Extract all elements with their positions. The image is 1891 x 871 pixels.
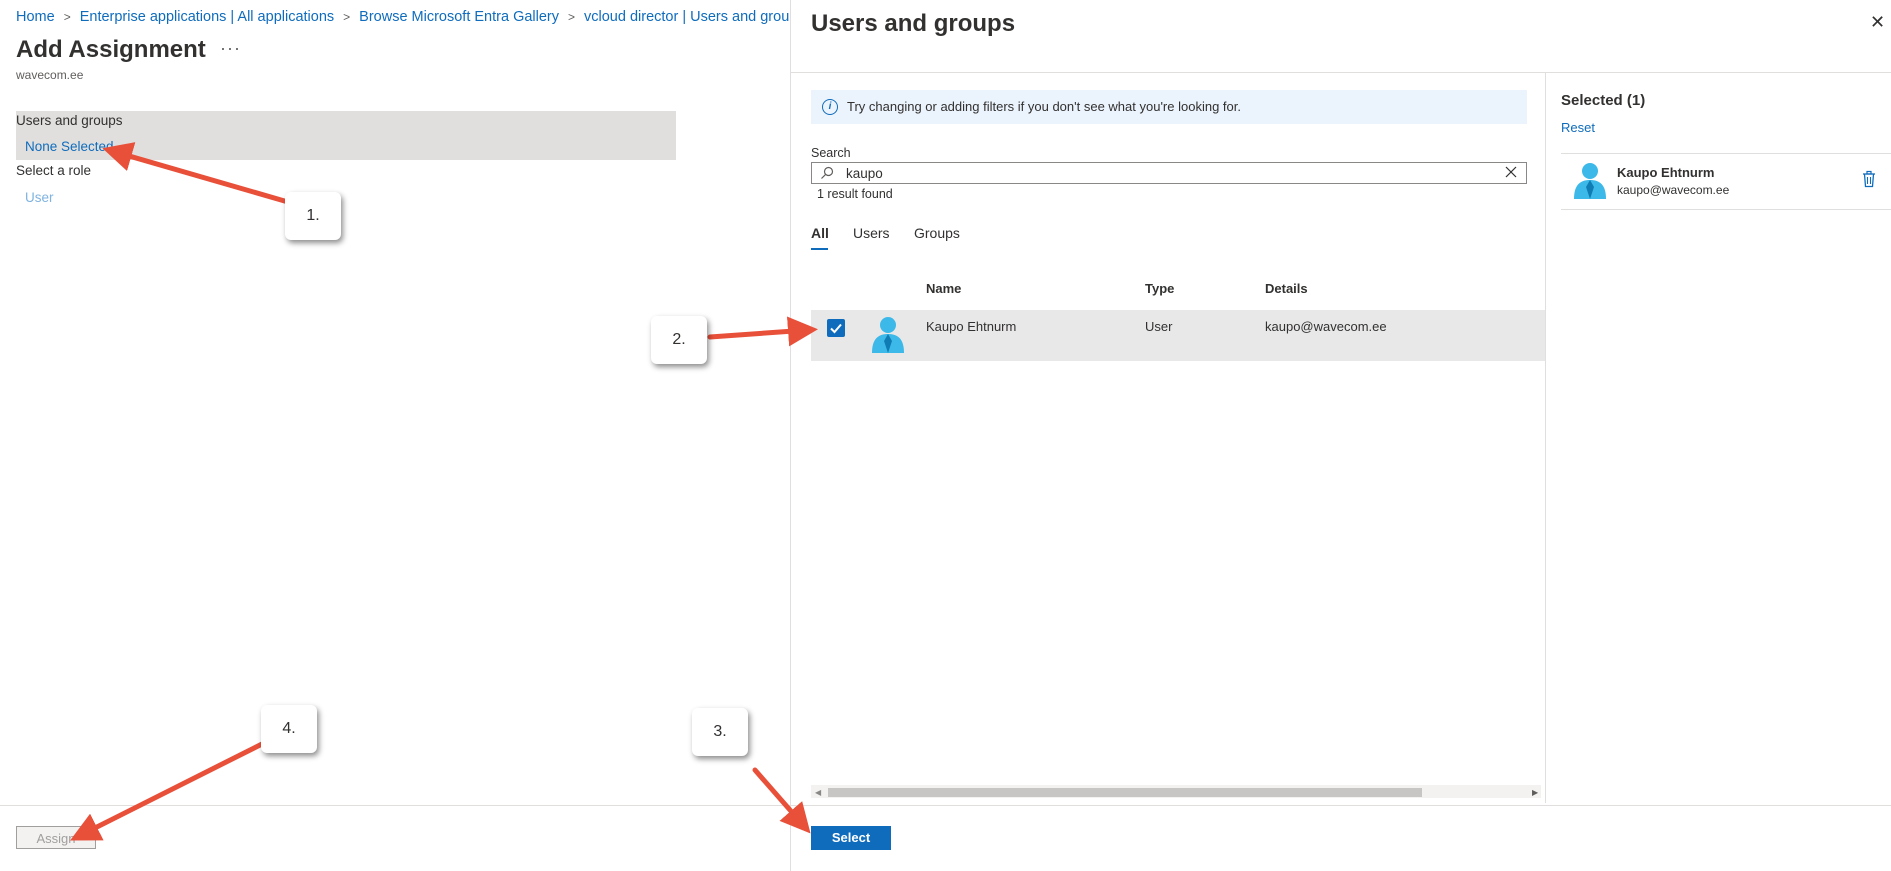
search-icon [821, 166, 834, 179]
row-type: User [1145, 319, 1173, 334]
column-header-type[interactable]: Type [1145, 281, 1174, 296]
users-groups-label: Users and groups [16, 113, 123, 128]
add-assignment-blade: Home > Enterprise applications | All appli… [0, 0, 821, 871]
selected-divider-bottom [1561, 209, 1891, 210]
selected-divider-top [1561, 153, 1891, 154]
column-header-name[interactable]: Name [926, 281, 961, 296]
search-input[interactable] [846, 163, 1486, 183]
breadcrumb: Home > Enterprise applications | All appli… [16, 9, 830, 25]
column-header-details[interactable]: Details [1265, 281, 1308, 296]
scroll-left-icon[interactable]: ◀ [815, 788, 821, 797]
breadcrumb-enterprise-apps[interactable]: Enterprise applications | All applicatio… [80, 9, 334, 25]
panel-title: Users and groups [811, 10, 1016, 37]
row-name: Kaupo Ehtnurm [926, 319, 1017, 334]
reset-link[interactable]: Reset [1561, 120, 1595, 135]
selected-user-email: kaupo@wavecom.ee [1617, 183, 1730, 197]
users-groups-panel [790, 0, 1891, 871]
role-value-link[interactable]: User [25, 190, 54, 205]
selected-user-avatar-icon [1574, 163, 1606, 199]
panel-header-divider [791, 72, 1891, 73]
footer-divider [0, 805, 790, 806]
assign-button[interactable]: Assign [16, 826, 96, 849]
scroll-right-icon[interactable]: ▶ [1532, 788, 1538, 797]
active-tab-indicator [811, 248, 828, 250]
search-label: Search [811, 146, 851, 160]
result-count: 1 result found [817, 187, 893, 201]
scrollbar-thumb[interactable] [828, 788, 1422, 797]
row-details: kaupo@wavecom.ee [1265, 319, 1387, 334]
selected-user-name: Kaupo Ehtnurm [1617, 165, 1715, 180]
callout-3: 3. [692, 708, 748, 756]
callout-1: 1. [285, 192, 341, 240]
info-icon: i [822, 99, 838, 115]
callout-2: 2. [651, 316, 707, 364]
clear-search-icon[interactable] [1504, 165, 1518, 179]
user-avatar-icon [872, 317, 904, 353]
page-title: Add Assignment [16, 36, 206, 63]
breadcrumb-gallery[interactable]: Browse Microsoft Entra Gallery [359, 9, 559, 25]
panel-footer-divider [791, 805, 1891, 806]
chevron-right-icon: > [568, 10, 576, 24]
chevron-right-icon: > [343, 10, 351, 24]
chevron-right-icon: > [63, 10, 71, 24]
tab-groups[interactable]: Groups [914, 225, 960, 241]
row-checkbox-checked[interactable] [827, 319, 845, 337]
tenant-subtitle: wavecom.ee [16, 68, 84, 82]
users-groups-none-selected-link[interactable]: None Selected [25, 139, 114, 154]
close-icon[interactable]: ✕ [1870, 12, 1885, 33]
select-button[interactable]: Select [811, 826, 891, 850]
tab-all[interactable]: All [811, 225, 829, 241]
breadcrumb-vcloud-users-groups[interactable]: vcloud director | Users and groups [584, 9, 805, 25]
selected-heading: Selected (1) [1561, 92, 1646, 109]
info-banner-text: Try changing or adding filters if you do… [847, 99, 1241, 114]
callout-4: 4. [261, 705, 317, 753]
breadcrumb-home[interactable]: Home [16, 9, 55, 25]
tab-users[interactable]: Users [853, 225, 890, 241]
table-row[interactable] [811, 310, 1545, 361]
select-role-label: Select a role [16, 163, 92, 178]
panel-column-divider [1545, 73, 1546, 803]
trash-icon[interactable] [1861, 170, 1877, 188]
more-options-icon[interactable]: ··· [220, 38, 241, 59]
